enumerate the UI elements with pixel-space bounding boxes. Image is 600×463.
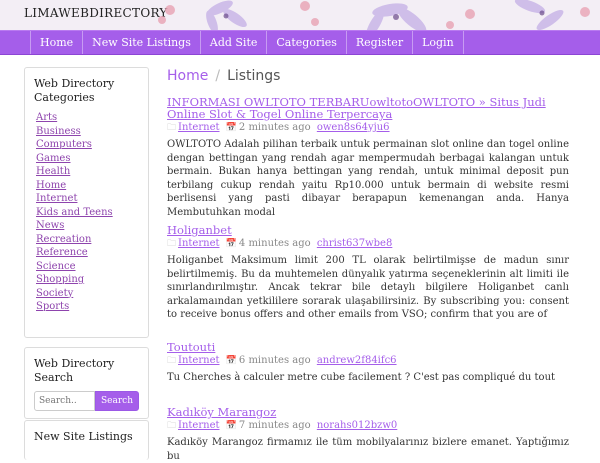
category-link-internet[interactable]: Internet (36, 193, 77, 204)
listing-meta: 🗀 Internet 📅 2 minutes ago owen8s64yju6 (167, 121, 569, 135)
listing-item: INFORMASI OWLTOTO TERBARUowltotoOWLTOTO … (167, 96, 569, 219)
folder-icon: 🗀 (167, 356, 177, 366)
listing-meta: 🗀 Internet 📅 4 minutes ago christ637wbe8 (167, 237, 569, 251)
category-link-recreation[interactable]: Recreation (36, 234, 91, 245)
main-nav: Home New Site Listings Add Site Categori… (0, 30, 600, 55)
search-input[interactable] (34, 391, 95, 411)
category-link-arts[interactable]: Arts (36, 112, 57, 123)
list-item: Home (36, 179, 148, 193)
category-link-home[interactable]: Home (36, 180, 66, 191)
list-item: Computers (36, 138, 148, 152)
listing-category-link[interactable]: Internet (178, 420, 219, 431)
folder-icon: 🗀 (167, 421, 177, 431)
list-item: Arts (36, 111, 148, 125)
category-link-shopping[interactable]: Shopping (36, 274, 84, 285)
listing-description: Holiganbet Maksimum limit 200 TL olarak … (167, 255, 569, 320)
calendar-icon: 📅 (225, 421, 237, 431)
listing-user-link[interactable]: christ637wbe8 (317, 238, 393, 249)
new-listings-title: New Site Listings (34, 430, 133, 443)
listing-title-link[interactable]: Kadıköy Marangoz (167, 406, 569, 418)
listing-user-link[interactable]: andrew2f84ifc6 (317, 355, 397, 366)
list-item: Shopping (36, 273, 148, 287)
list-item: News (36, 219, 148, 233)
listing-time: 6 minutes ago (238, 355, 311, 366)
listing-category-link[interactable]: Internet (178, 122, 219, 133)
calendar-icon: 📅 (225, 123, 237, 133)
floral-banner-image (158, 0, 590, 30)
list-item: Internet (36, 192, 148, 206)
list-item: Recreation (36, 233, 148, 247)
nav-new-site-listings[interactable]: New Site Listings (83, 31, 201, 54)
breadcrumb-separator: / (215, 68, 221, 84)
calendar-icon: 📅 (225, 239, 237, 249)
list-item: Business (36, 125, 148, 139)
listing-time: 2 minutes ago (238, 122, 311, 133)
breadcrumb: Home / Listings (167, 67, 280, 85)
search-panel: Web Directory Search Search (24, 347, 149, 419)
listing-title-link[interactable]: Holiganbet (167, 224, 569, 236)
search-title: Web Directory Search (34, 357, 115, 384)
new-listings-panel: New Site Listings (24, 420, 149, 460)
listing-item: Holiganbet 🗀 Internet 📅 4 minutes ago chri… (167, 224, 569, 322)
listing-item: Toutouti 🗀 Internet 📅 6 minutes ago andrew… (167, 341, 569, 385)
listing-category-link[interactable]: Internet (178, 238, 219, 249)
listing-time: 4 minutes ago (238, 238, 311, 249)
list-item: Health (36, 165, 148, 179)
category-link-games[interactable]: Games (36, 153, 70, 164)
nav-login[interactable]: Login (413, 31, 464, 54)
list-item: Sports (36, 300, 148, 314)
breadcrumb-current: Listings (227, 68, 281, 84)
listing-user-link[interactable]: norahs012bzw0 (317, 420, 397, 431)
category-link-society[interactable]: Society (36, 288, 73, 299)
list-item: Kids and Teens (36, 206, 148, 220)
category-link-business[interactable]: Business (36, 126, 81, 137)
listing-description: Tu Cherches à calculer metre cube facile… (167, 372, 556, 383)
list-item: Society (36, 287, 148, 301)
search-button[interactable]: Search (95, 391, 139, 411)
calendar-icon: 📅 (225, 356, 237, 366)
category-link-news[interactable]: News (36, 220, 64, 231)
nav-add-site[interactable]: Add Site (201, 31, 268, 54)
list-item: Games (36, 152, 148, 166)
listing-meta: 🗀 Internet 📅 6 minutes ago andrew2f84ifc6 (167, 354, 569, 368)
search-form: Search (25, 391, 148, 420)
categories-panel: Web Directory Categories Arts Business C… (24, 67, 149, 338)
breadcrumb-home-link[interactable]: Home (167, 68, 208, 84)
listing-item: Kadıköy Marangoz 🗀 Internet 📅 7 minutes ag… (167, 406, 569, 463)
listing-time: 7 minutes ago (238, 420, 311, 431)
listing-user-link[interactable]: owen8s64yju6 (317, 122, 390, 133)
site-brand[interactable]: LIMAWEBDIRECTORY (24, 6, 168, 20)
listing-meta: 🗀 Internet 📅 7 minutes ago norahs012bzw0 (167, 419, 569, 433)
nav-categories[interactable]: Categories (267, 31, 347, 54)
category-link-science[interactable]: Science (36, 261, 76, 272)
list-item: Science (36, 260, 148, 274)
category-list: Arts Business Computers Games Health Hom… (25, 111, 148, 314)
site-header: LIMAWEBDIRECTORY (0, 0, 600, 30)
category-link-sports[interactable]: Sports (36, 301, 69, 312)
categories-title: Web Directory Categories (34, 77, 115, 104)
list-item: Reference (36, 246, 148, 260)
listing-category-link[interactable]: Internet (178, 355, 219, 366)
listing-description: OWLTOTO Adalah pilihan terbaik untuk per… (167, 139, 569, 218)
category-link-reference[interactable]: Reference (36, 247, 88, 258)
nav-register[interactable]: Register (347, 31, 414, 54)
category-link-computers[interactable]: Computers (36, 139, 92, 150)
folder-icon: 🗀 (167, 123, 177, 133)
listing-title-link[interactable]: Toutouti (167, 341, 569, 353)
category-link-kids-and-teens[interactable]: Kids and Teens (36, 207, 113, 218)
category-link-health[interactable]: Health (36, 166, 70, 177)
listing-title-link[interactable]: INFORMASI OWLTOTO TERBARUowltotoOWLTOTO … (167, 96, 569, 120)
nav-home[interactable]: Home (30, 31, 84, 54)
folder-icon: 🗀 (167, 239, 177, 249)
